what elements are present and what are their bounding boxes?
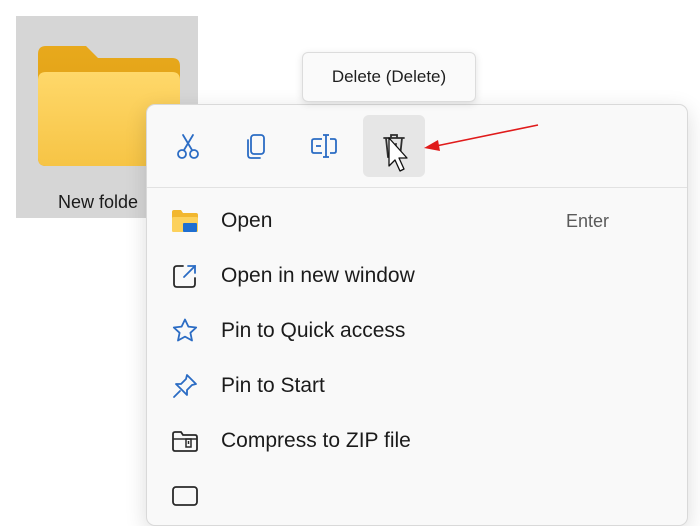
delete-button[interactable]: [363, 115, 425, 177]
menu-item-compress-to-zip[interactable]: Compress to ZIP file: [155, 417, 679, 465]
menu-item-shortcut: Enter: [565, 210, 609, 231]
copy-button[interactable]: [225, 115, 287, 177]
copy-icon: [247, 134, 265, 159]
menu-item-label: Pin to Start: [221, 374, 325, 397]
context-menu-toolbar: [147, 105, 687, 188]
delete-icon: [383, 134, 405, 158]
folder-name-label: New folde: [58, 192, 139, 212]
cut-button[interactable]: [157, 115, 219, 177]
menu-item-label: Open in new window: [221, 264, 415, 287]
menu-item-next-partial[interactable]: [155, 471, 679, 519]
delete-tooltip: Delete (Delete): [302, 52, 476, 102]
folder-open-icon: [172, 210, 198, 232]
star-icon: [172, 318, 198, 342]
menu-item-label: Compress to ZIP file: [221, 429, 411, 452]
menu-item-open[interactable]: Open Enter: [155, 197, 679, 245]
context-menu: Open Enter Open in new window Pin to Qui…: [146, 104, 688, 526]
rename-button[interactable]: [293, 115, 355, 177]
zip-icon: [172, 431, 198, 452]
open-new-window-icon: [173, 265, 196, 288]
cut-icon: [177, 134, 199, 159]
menu-item-open-in-new-window[interactable]: Open in new window: [155, 252, 679, 300]
pin-icon: [173, 374, 197, 398]
rename-icon: [311, 134, 337, 158]
menu-item-pin-to-quick-access[interactable]: Pin to Quick access: [155, 307, 679, 355]
menu-item-icon: [172, 486, 198, 506]
menu-item-label: Pin to Quick access: [221, 319, 406, 342]
menu-item-pin-to-start[interactable]: Pin to Start: [155, 362, 679, 410]
menu-item-label: Open: [221, 209, 273, 232]
